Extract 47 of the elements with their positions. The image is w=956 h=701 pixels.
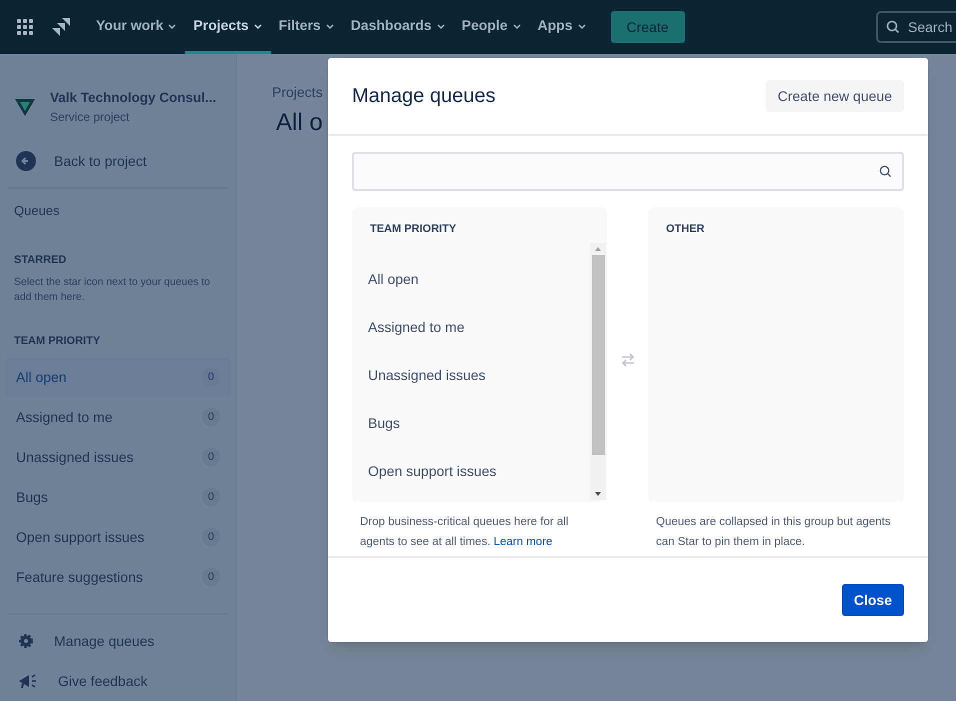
queue-label: Feature suggestions — [16, 568, 143, 587]
nav-menu-tab[interactable]: People — [454, 0, 530, 54]
queue-item[interactable]: Assigned to me — [352, 304, 590, 352]
swap-arrows-icon — [620, 352, 636, 368]
section-heading: TEAM PRIORITY — [13, 334, 102, 348]
queue-item[interactable]: Bugs — [352, 400, 590, 448]
queue-count: 0 — [202, 368, 220, 386]
logo-icon[interactable] — [50, 16, 72, 38]
search-field[interactable]: Search — [876, 11, 956, 43]
group-heading: OTHER — [665, 222, 706, 237]
page-title: All o — [276, 108, 324, 138]
queue-item[interactable]: All open — [352, 256, 590, 304]
project-logo-icon — [14, 96, 36, 118]
queue-count: 0 — [202, 408, 220, 426]
create-new-queue-button[interactable]: Create new queue — [766, 80, 904, 112]
queue-label: Open support issues — [16, 528, 144, 547]
group-description: Drop business-critical queues here for all agents to see at all times. Learn more — [359, 515, 570, 550]
queue-item[interactable]: Unassigned issues — [352, 352, 590, 400]
nav-menu-tab[interactable]: Dashboards — [342, 0, 454, 54]
queue-label: Assigned to me — [16, 408, 112, 427]
nav-menu-tab[interactable]: Apps — [530, 0, 595, 54]
queue-item[interactable]: Open support issues — [352, 448, 590, 496]
queue-count: 0 — [202, 488, 220, 506]
search-icon — [886, 20, 900, 34]
scrollbar[interactable] — [590, 243, 606, 500]
megaphone-icon — [18, 672, 38, 690]
group-heading: TEAM PRIORITY — [369, 222, 458, 237]
project-name: Valk Technology Consul... — [50, 89, 216, 107]
section-heading: STARRED — [13, 253, 68, 268]
dialog-title: Manage queues — [352, 84, 496, 109]
queue-count: 0 — [202, 448, 220, 466]
project-type: Service project — [50, 109, 130, 126]
queue-label: Unassigned issues — [16, 448, 134, 467]
queues-heading: Queues — [13, 202, 61, 220]
nav-menu-tab[interactable]: Your work — [88, 0, 186, 54]
starred-hint: Select the star icon next to your queues to add them here. — [13, 274, 212, 304]
app-grid-icon[interactable] — [16, 18, 34, 36]
queue-label: Bugs — [16, 488, 48, 507]
settings-icon — [18, 633, 34, 649]
nav-menu-tab[interactable]: Filters — [270, 0, 343, 54]
queue-label: All open — [16, 368, 67, 387]
group-description: Queues are collapsed in this group but agents can Star to pin them in place. — [655, 515, 892, 550]
close-button[interactable]: Close — [842, 584, 904, 616]
queue-count: 0 — [202, 528, 220, 546]
search-icon — [879, 165, 892, 178]
queue-count: 0 — [202, 568, 220, 586]
learn-more-link[interactable]: Learn more — [494, 536, 552, 548]
